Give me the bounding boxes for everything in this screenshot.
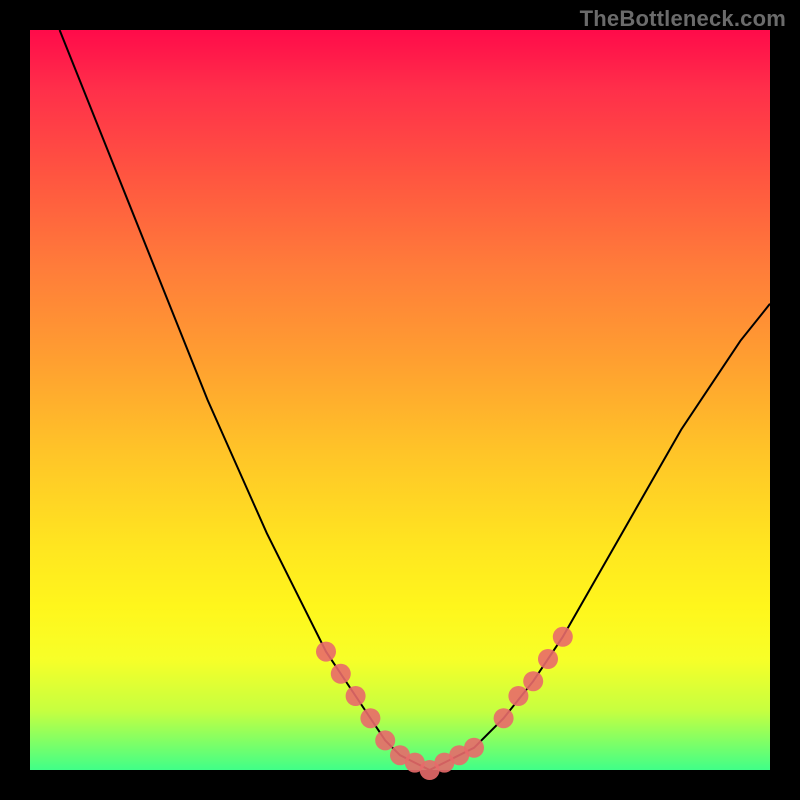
data-marker	[316, 642, 336, 662]
data-marker	[508, 686, 528, 706]
series-right-curve	[430, 304, 770, 770]
data-marker	[360, 708, 380, 728]
watermark-text: TheBottleneck.com	[580, 6, 786, 32]
data-marker	[553, 627, 573, 647]
series-left-curve	[60, 30, 430, 770]
data-marker	[375, 730, 395, 750]
chart-svg	[30, 30, 770, 770]
chart-frame: TheBottleneck.com	[0, 0, 800, 800]
series-group	[60, 30, 770, 770]
plot-area	[30, 30, 770, 770]
marker-group	[316, 627, 573, 780]
data-marker	[538, 649, 558, 669]
data-marker	[494, 708, 514, 728]
data-marker	[464, 738, 484, 758]
data-marker	[346, 686, 366, 706]
data-marker	[331, 664, 351, 684]
data-marker	[523, 671, 543, 691]
